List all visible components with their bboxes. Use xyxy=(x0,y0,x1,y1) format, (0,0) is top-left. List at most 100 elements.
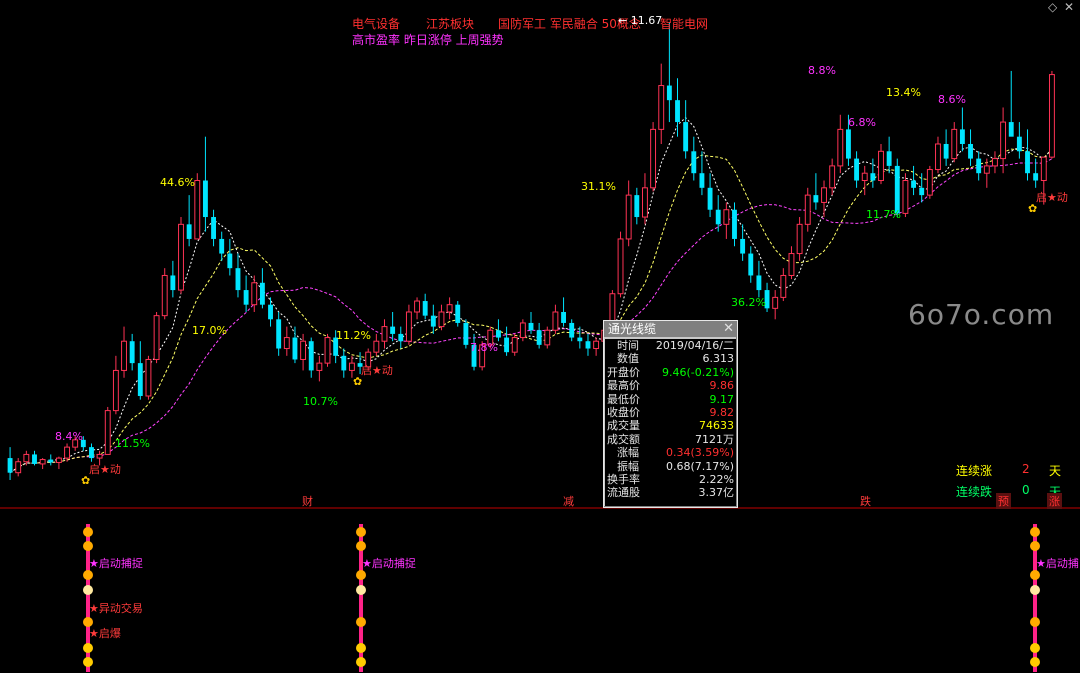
candle-body xyxy=(650,128,657,189)
signal-icon xyxy=(83,527,93,537)
tooltip-value: 0.68(7.17%) xyxy=(665,459,734,473)
tag-smart-grid: 智能电网 xyxy=(660,17,709,31)
axis-mark-jian: 减 xyxy=(563,495,574,508)
candle-body xyxy=(283,337,290,350)
tooltip-value: 3.37亿 xyxy=(698,486,735,500)
candle-body xyxy=(519,322,526,339)
candle-body xyxy=(675,100,680,123)
tooltip-close-icon[interactable]: ✕ xyxy=(723,321,734,337)
butterfly-icon: ✿ xyxy=(81,474,91,487)
candle-body xyxy=(740,238,746,254)
tooltip-label: 开盘价 xyxy=(607,365,640,379)
pre-badge: 预 xyxy=(996,493,1011,509)
tag-jiangsu: 江苏板块 xyxy=(426,17,475,31)
candle-body xyxy=(634,195,640,218)
tooltip-label: 振幅 xyxy=(617,459,639,473)
tooltip-label: 最高价 xyxy=(607,379,640,393)
candle-body xyxy=(104,410,111,455)
stock-chart[interactable] xyxy=(0,0,1080,673)
candle-body xyxy=(829,165,836,189)
candle-body xyxy=(593,340,600,350)
signal-abnormal: ★异动交易 xyxy=(89,602,143,615)
candle-body xyxy=(926,169,933,196)
candle-body xyxy=(398,333,404,342)
pct-label: 8.4% xyxy=(55,430,83,443)
candle-body xyxy=(194,180,201,240)
candle-body xyxy=(756,275,762,291)
tooltip-row: 时间 2019/04/16/二 xyxy=(605,339,736,352)
pct-label: 11.7% xyxy=(866,208,901,221)
signal-icon xyxy=(356,585,366,595)
candle-body xyxy=(455,304,461,323)
candle-body xyxy=(438,311,445,328)
candle-body xyxy=(1016,136,1022,152)
tooltip-value: 74633 xyxy=(699,419,734,433)
candle-body xyxy=(112,369,119,412)
streak-up-count: 2 xyxy=(1022,462,1030,476)
candle-body xyxy=(642,187,648,218)
candle-body xyxy=(324,337,331,364)
tooltip-label: 涨幅 xyxy=(617,446,639,460)
candle-body xyxy=(983,165,990,174)
candle-body xyxy=(796,223,803,255)
candle-body xyxy=(145,358,152,397)
candle-body xyxy=(878,150,884,182)
candle-body xyxy=(804,194,811,225)
pct-label: 8.6% xyxy=(938,93,966,106)
status-tags: 高市盈率 昨日涨停 上周强势 xyxy=(352,33,504,47)
candle-body xyxy=(861,172,868,182)
candle-body xyxy=(23,453,30,463)
pct-label: 44.6% xyxy=(160,176,195,189)
candle-body xyxy=(390,326,396,334)
candle-body xyxy=(373,340,380,353)
candle-body xyxy=(813,195,819,203)
candle-body xyxy=(780,274,787,298)
candle-body xyxy=(658,85,665,130)
candle-body xyxy=(723,209,730,225)
signal-icon xyxy=(356,570,366,580)
signal-icon xyxy=(83,643,93,653)
candle-body xyxy=(846,129,851,159)
candle-body xyxy=(715,209,721,225)
candle-body xyxy=(64,446,70,459)
pct-label: 11.2% xyxy=(336,329,371,342)
restore-icon[interactable]: ◇ xyxy=(1048,0,1057,14)
close-icon[interactable]: ✕ xyxy=(1064,0,1074,14)
signal-icon xyxy=(1030,585,1040,595)
tooltip-row: 换手率 2.22% xyxy=(605,473,736,486)
pct-label: 6.8% xyxy=(848,116,876,129)
candle-body xyxy=(886,151,892,166)
signal-icon xyxy=(356,657,366,667)
butterfly-icon: ✿ xyxy=(1028,202,1038,215)
tooltip-value: 6.313 xyxy=(702,352,735,366)
tooltip-row: 成交量 74633 xyxy=(605,419,736,432)
candle-body xyxy=(348,362,355,371)
candle-body xyxy=(992,158,998,167)
candle-body xyxy=(699,173,705,188)
tooltip-label: 换手率 xyxy=(607,472,640,486)
axis-mark-die: 跌 xyxy=(860,495,871,508)
candle-body xyxy=(463,322,469,345)
tooltip-label: 流通股 xyxy=(607,486,640,500)
candle-body xyxy=(911,180,916,188)
candle-body xyxy=(96,453,103,459)
signal-icon xyxy=(1030,541,1040,551)
signal-catch-2: ★启动捕捉 xyxy=(362,557,416,570)
candle-body xyxy=(617,238,624,295)
tooltip-value: 7121万 xyxy=(695,432,734,446)
rise-badge: 涨 xyxy=(1047,493,1062,509)
signal-icon xyxy=(1030,617,1040,627)
candle-body xyxy=(170,275,176,291)
streak-down-count: 0 xyxy=(1022,483,1030,497)
candle-body xyxy=(976,158,982,174)
start-label: 启★动 xyxy=(1036,191,1068,204)
candle-body xyxy=(308,341,314,371)
tooltip-value: 0.34(3.59%) xyxy=(665,446,734,460)
tooltip-label: 成交额 xyxy=(607,432,640,446)
candle-body xyxy=(625,194,632,240)
tooltip-row: 最高价 9.86 xyxy=(605,379,736,392)
candle-body xyxy=(202,180,208,218)
tooltip-row: 振幅 0.68(7.17%) xyxy=(605,460,736,473)
candle-body xyxy=(496,330,501,338)
candle-body xyxy=(15,461,22,474)
